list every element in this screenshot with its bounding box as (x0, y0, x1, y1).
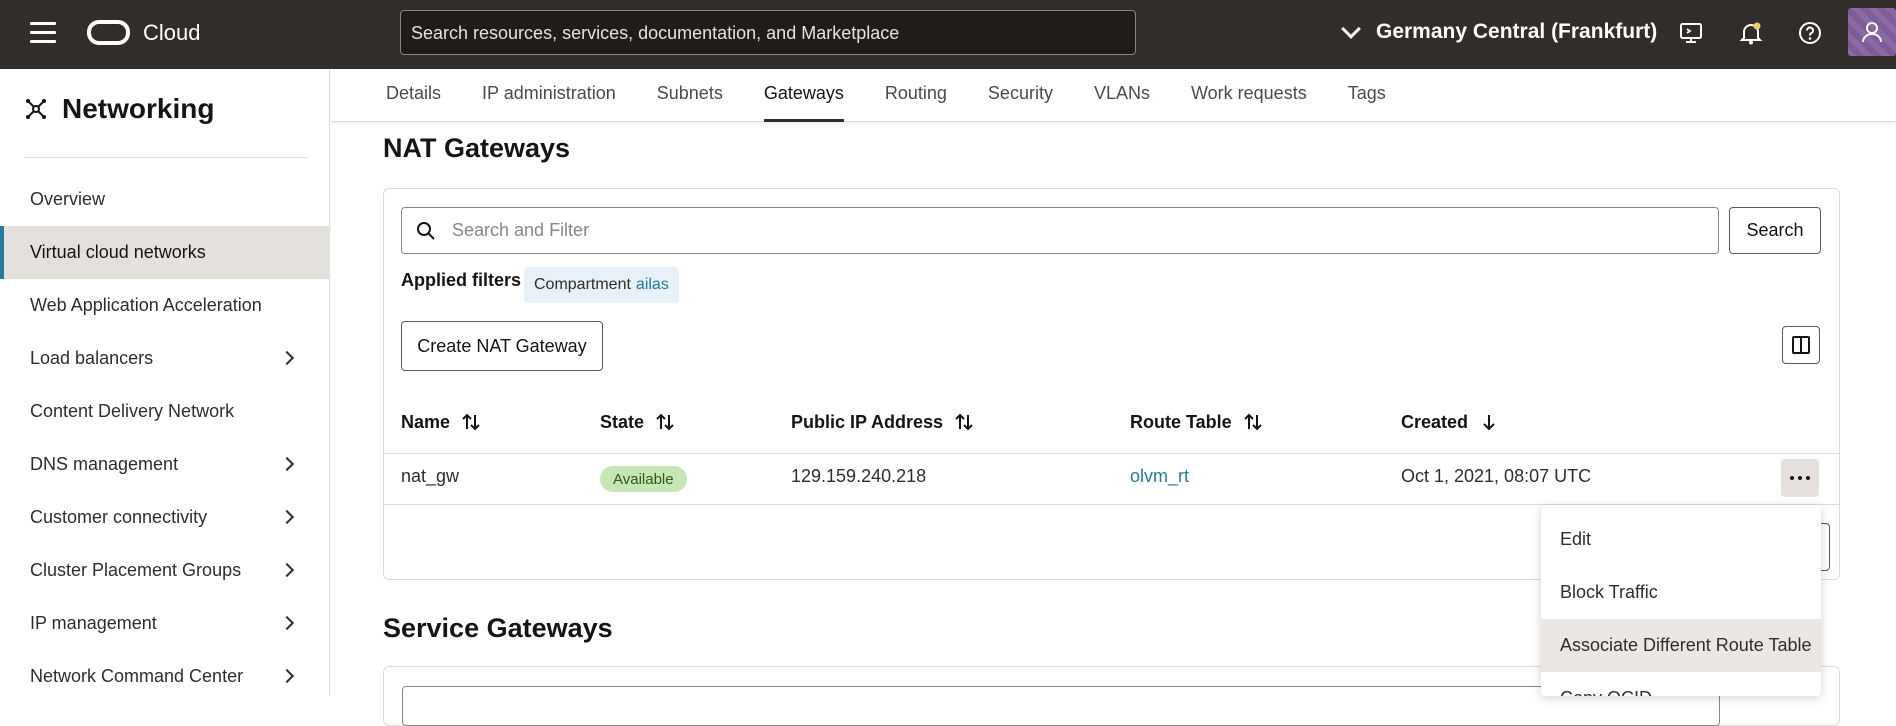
compartment-filter-chip[interactable]: Compartment ailas (524, 267, 679, 303)
tab-vlans[interactable]: VLANs (1094, 69, 1150, 122)
search-icon (417, 221, 435, 240)
nat-gateways-heading: NAT Gateways (383, 133, 571, 163)
chevron-right-icon (279, 615, 295, 631)
sidebar-item-ip-management[interactable]: IP management (0, 597, 330, 650)
column-header-label: State (600, 411, 645, 432)
sidebar-item-label: Virtual cloud networks (30, 242, 206, 262)
applied-filters-label: Applied filters (401, 270, 522, 290)
tab-subnets[interactable]: Subnets (657, 69, 723, 122)
chevron-right-icon (279, 456, 295, 472)
chevron-right-icon (279, 668, 295, 684)
tab-tags[interactable]: Tags (1348, 69, 1386, 122)
tab-security[interactable]: Security (988, 69, 1053, 122)
sort-icon (955, 413, 973, 431)
region-selector[interactable]: Germany Central (Frankfurt) (1341, 19, 1658, 44)
column-header-label: Route Table (1130, 411, 1232, 432)
service-filter-input[interactable] (402, 686, 1720, 726)
sort-icon (1243, 413, 1262, 431)
tab-ip-administration[interactable]: IP administration (482, 69, 616, 122)
search-button[interactable]: Search (1729, 207, 1821, 254)
row-actions-menu: Edit Block Traffic Associate Different Rou… (1541, 505, 1821, 696)
top-bar: Cloud Search resources, services, docume… (0, 0, 1896, 69)
sidebar-title-text: Networking (62, 93, 215, 124)
service-gateways-heading: Service Gateways (383, 613, 613, 643)
chip-key: Compartment (534, 276, 631, 293)
tab-work-requests[interactable]: Work requests (1191, 69, 1307, 122)
global-search-input[interactable]: Search resources, services, documentatio… (400, 10, 1136, 55)
sidebar-title: Networking (24, 93, 214, 125)
column-header-label: Name (401, 411, 451, 432)
sidebar-item-label: IP management (30, 613, 157, 633)
column-layout-icon[interactable] (1782, 326, 1820, 364)
column-header-name[interactable]: Name (401, 411, 482, 433)
create-nat-gateway-button[interactable]: Create NAT Gateway (401, 321, 603, 371)
route-table-link[interactable]: olvm_rt (1130, 466, 1189, 487)
help-icon[interactable] (1797, 20, 1823, 46)
column-header-public-ip-address[interactable]: Public IP Address (791, 411, 975, 433)
oracle-logo-icon[interactable] (87, 20, 130, 45)
filter-input[interactable]: Search and Filter (401, 207, 1719, 254)
column-header-label: Created (1401, 411, 1469, 432)
sidebar-item-web-application-acceleration[interactable]: Web Application Acceleration (0, 279, 330, 332)
sidebar-item-network-command-center[interactable]: Network Command Center (0, 650, 330, 703)
sidebar-item-dns-management[interactable]: DNS management (0, 438, 330, 491)
chip-value: ailas (635, 276, 669, 293)
sidebar-item-virtual-cloud-networks[interactable]: Virtual cloud networks (0, 226, 330, 279)
sidebar-item-load-balancers[interactable]: Load balancers (0, 332, 330, 385)
region-label: Germany Central (Frankfurt) (1376, 20, 1658, 43)
menu-icon[interactable] (30, 22, 56, 44)
sidebar-item-label: Network Command Center (30, 666, 244, 686)
menu-item-copy-ocid[interactable]: Copy OCID (1541, 672, 1821, 696)
sidebar-item-label: Content Delivery Network (30, 401, 235, 421)
sidebar-item-label: Overview (30, 189, 106, 209)
bell-icon[interactable] (1738, 20, 1764, 46)
networking-icon (26, 99, 46, 119)
sidebar-item-label: Customer connectivity (30, 507, 208, 527)
sidebar-item-label: Web Application Acceleration (30, 295, 262, 315)
tab-routing[interactable]: Routing (885, 69, 947, 122)
chevron-down-icon (1341, 19, 1361, 39)
sidebar-item-customer-connectivity[interactable]: Customer connectivity (0, 491, 330, 544)
brand-name: Cloud (143, 20, 201, 45)
chevron-right-icon (279, 509, 295, 525)
menu-item-associate-different-route-table[interactable]: Associate Different Route Table (1541, 619, 1821, 672)
row-divider (384, 453, 1839, 454)
menu-item-block-traffic[interactable]: Block Traffic (1541, 566, 1821, 619)
sort-descending-icon (1483, 415, 1495, 431)
sidebar-nav: Overview Virtual cloud networks Web Applic… (0, 173, 330, 703)
sort-icon (656, 413, 674, 431)
sidebar-item-label: DNS management (30, 454, 179, 474)
status-badge: Available (600, 466, 687, 492)
filter-placeholder: Search and Filter (452, 220, 590, 240)
chevron-right-icon (279, 562, 295, 578)
cell-name: nat_gw (401, 466, 460, 486)
sidebar-item-content-delivery-network[interactable]: Content Delivery Network (0, 385, 330, 438)
column-header-created[interactable]: Created (1401, 411, 1500, 433)
sort-icon (462, 413, 480, 431)
divider (24, 157, 307, 158)
tab-details[interactable]: Details (386, 69, 441, 122)
cell-public-ip: 129.159.240.218 (791, 466, 927, 486)
row-actions-button[interactable] (1781, 459, 1819, 497)
sidebar-item-label: Cluster Placement Groups (30, 560, 242, 580)
profile-icon[interactable] (1848, 8, 1896, 56)
sidebar-item-cluster-placement-groups[interactable]: Cluster Placement Groups (0, 544, 330, 597)
tab-gateways[interactable]: Gateways (763, 69, 844, 122)
cloud-shell-icon[interactable] (1678, 20, 1704, 46)
sidebar: Networking Overview Virtual cloud network… (0, 69, 330, 696)
column-header-state[interactable]: State (600, 411, 676, 433)
sidebar-item-overview[interactable]: Overview (0, 173, 330, 226)
cell-created: Oct 1, 2021, 08:07 UTC (1401, 466, 1592, 486)
column-header-route-table[interactable]: Route Table (1130, 411, 1264, 433)
column-header-label: Public IP Address (791, 411, 944, 432)
sidebar-item-label: Load balancers (30, 348, 154, 368)
chevron-right-icon (279, 350, 295, 366)
menu-item-edit[interactable]: Edit (1541, 513, 1821, 566)
tab-bar: Details IP administration Subnets Gateways R… (331, 69, 1896, 122)
